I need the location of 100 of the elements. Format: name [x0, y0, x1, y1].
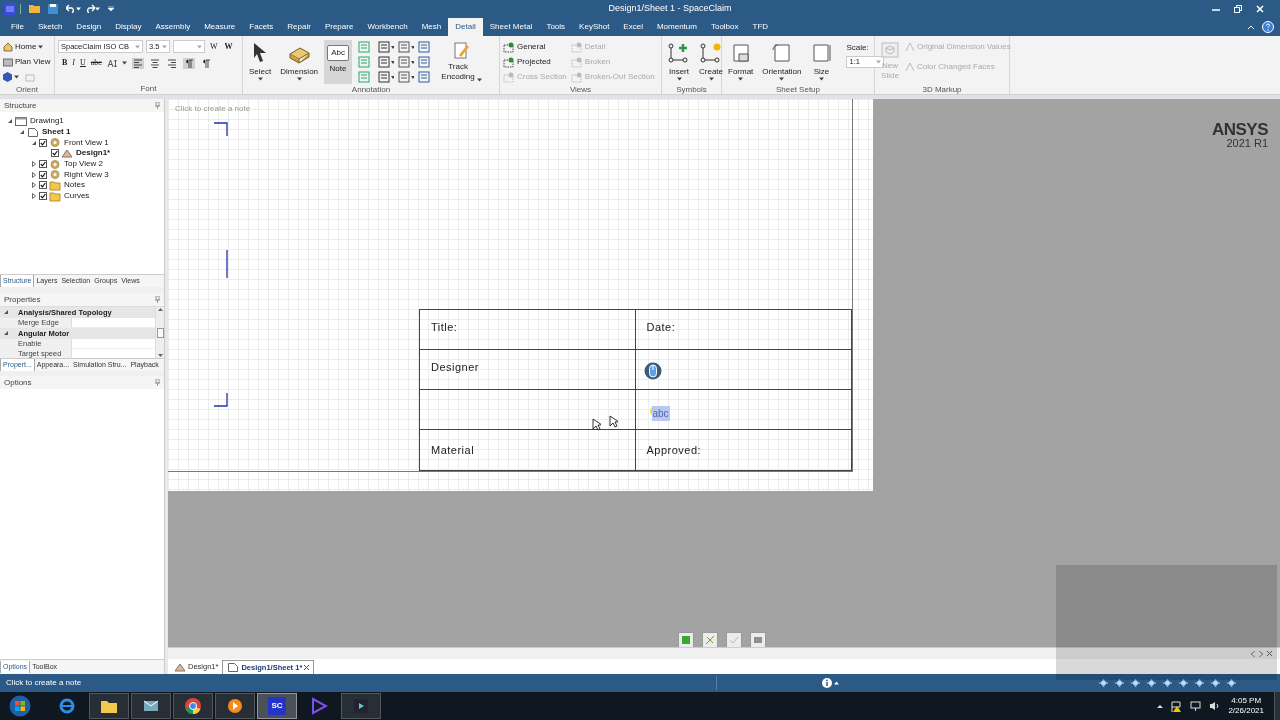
- tree-item[interactable]: Drawing1: [30, 115, 64, 128]
- ribbon-button[interactable]: Orientation: [759, 40, 805, 84]
- align-right-icon[interactable]: [165, 57, 178, 69]
- tree-item[interactable]: Front View 1: [64, 136, 109, 149]
- expanded-arrow-icon[interactable]: [19, 129, 25, 136]
- expanded-arrow-icon[interactable]: [7, 118, 13, 125]
- collapsed-arrow-icon[interactable]: [31, 171, 37, 178]
- pin-icon[interactable]: [155, 102, 160, 109]
- folder-icon[interactable]: [29, 4, 40, 13]
- taskbar-button[interactable]: [89, 693, 129, 719]
- align-left-icon[interactable]: [131, 57, 144, 69]
- ribbon-button[interactable]: Track Encoding: [437, 40, 486, 84]
- caret-icon[interactable]: [708, 77, 714, 81]
- menu-tab[interactable]: Facets: [242, 18, 281, 36]
- menu-tab[interactable]: Display: [108, 18, 149, 36]
- network-icon[interactable]: [1190, 701, 1202, 711]
- caret-icon[interactable]: [121, 61, 127, 65]
- checkbox[interactable]: [39, 138, 47, 147]
- ribbon-button[interactable]: Insert: [665, 40, 693, 84]
- tree-item[interactable]: Top View 2: [64, 158, 103, 171]
- ribbon-button[interactable]: Home: [3, 40, 51, 54]
- width-button[interactable]: W: [208, 40, 220, 53]
- close-icon[interactable]: [1267, 651, 1272, 656]
- caret-icon[interactable]: [738, 77, 744, 81]
- collapsed-arrow-icon[interactable]: [31, 161, 37, 168]
- menu-tab[interactable]: Prepare: [317, 18, 361, 36]
- font-field[interactable]: [173, 40, 205, 53]
- menu-tab[interactable]: File: [4, 18, 31, 36]
- caret-icon[interactable]: [477, 78, 483, 82]
- save-icon[interactable]: [48, 3, 58, 14]
- caret-icon[interactable]: [38, 45, 44, 49]
- checkbox[interactable]: [39, 192, 47, 201]
- tree-item[interactable]: Right View 3: [64, 168, 109, 181]
- collapse-ribbon-icon[interactable]: [1248, 25, 1254, 29]
- caret-icon[interactable]: [257, 77, 263, 81]
- menu-tab[interactable]: Assembly: [148, 18, 198, 36]
- scrollbar-thumb[interactable]: [156, 327, 164, 338]
- vertical-scrollbar[interactable]: [155, 307, 164, 358]
- horizontal-scrollbar[interactable]: [168, 647, 1280, 659]
- tree-item[interactable]: Notes: [64, 179, 85, 192]
- checkbox[interactable]: [39, 181, 47, 190]
- menu-tab[interactable]: Momentum: [649, 18, 704, 36]
- ribbon-button[interactable]: Projected: [503, 55, 567, 69]
- ribbon-button[interactable]: General: [503, 40, 567, 54]
- align-center-icon[interactable]: [148, 57, 161, 69]
- info-icon[interactable]: [822, 678, 832, 688]
- checkbox[interactable]: [39, 160, 47, 169]
- restore-icon[interactable]: [1234, 4, 1242, 13]
- menu-tab[interactable]: Mesh: [414, 18, 449, 36]
- caret-icon[interactable]: [76, 6, 81, 11]
- tree-item[interactable]: Curves: [64, 190, 90, 203]
- ribbon-button[interactable]: Size: [807, 40, 836, 84]
- layers-button[interactable]: [750, 632, 766, 647]
- collapsed-arrow-icon[interactable]: [31, 193, 37, 200]
- customize-icon[interactable]: [108, 6, 114, 11]
- scroll-left-icon[interactable]: [1251, 650, 1255, 657]
- tray-arrow-icon[interactable]: [1157, 704, 1164, 708]
- pin-icon[interactable]: [155, 296, 160, 303]
- taskbar-button[interactable]: SC: [257, 693, 297, 719]
- pin-icon[interactable]: [155, 379, 160, 386]
- ribbon-button[interactable]: Dimension: [277, 40, 322, 84]
- menu-tab[interactable]: Repair: [280, 18, 318, 36]
- undo-icon[interactable]: [66, 4, 76, 13]
- model-button[interactable]: [678, 632, 694, 647]
- menu-tab[interactable]: KeyShot: [572, 18, 617, 36]
- redo-icon[interactable]: [85, 4, 95, 13]
- text-height-icon[interactable]: [106, 58, 117, 68]
- taskbar-button[interactable]: [173, 693, 213, 719]
- flag-icon[interactable]: [1171, 700, 1183, 712]
- cube-icon[interactable]: [3, 72, 12, 82]
- checkmark-button[interactable]: [726, 632, 742, 647]
- caret-icon[interactable]: [296, 77, 302, 81]
- tree-item[interactable]: Sheet 1: [42, 126, 71, 139]
- left-to-right-icon[interactable]: [182, 57, 195, 69]
- caret-icon[interactable]: [819, 77, 824, 81]
- taskbar-button[interactable]: [215, 693, 255, 719]
- width-button[interactable]: W: [222, 40, 235, 53]
- menu-tab[interactable]: Tools: [539, 18, 573, 36]
- menu-tab[interactable]: Workbench: [360, 18, 415, 36]
- close-icon[interactable]: [304, 665, 310, 670]
- menu-tab[interactable]: Sheet Metal: [482, 18, 540, 36]
- bold-button[interactable]: B: [62, 57, 68, 69]
- checkbox[interactable]: [51, 149, 59, 158]
- caret-icon[interactable]: [834, 681, 839, 685]
- menu-tab[interactable]: Toolbox: [703, 18, 746, 36]
- menu-tab[interactable]: TFD: [745, 18, 776, 36]
- caret-icon[interactable]: [779, 77, 785, 81]
- strikethrough-button[interactable]: abc: [90, 57, 102, 69]
- caret-icon[interactable]: [676, 77, 682, 81]
- caret-icon[interactable]: [95, 6, 100, 11]
- ribbon-button[interactable]: Format: [725, 40, 757, 84]
- help-icon[interactable]: [1262, 21, 1274, 33]
- ribbon-button[interactable]: Create: [696, 40, 726, 84]
- checkbox[interactable]: [39, 170, 47, 179]
- ribbon-button[interactable]: Abc Note: [324, 40, 353, 84]
- expanded-arrow-icon[interactable]: [31, 139, 37, 146]
- ribbon-button[interactable]: Select: [246, 40, 275, 84]
- menu-tab[interactable]: Detail: [448, 18, 483, 36]
- scroll-right-icon[interactable]: [1259, 650, 1263, 657]
- menu-tab[interactable]: Design: [69, 18, 109, 36]
